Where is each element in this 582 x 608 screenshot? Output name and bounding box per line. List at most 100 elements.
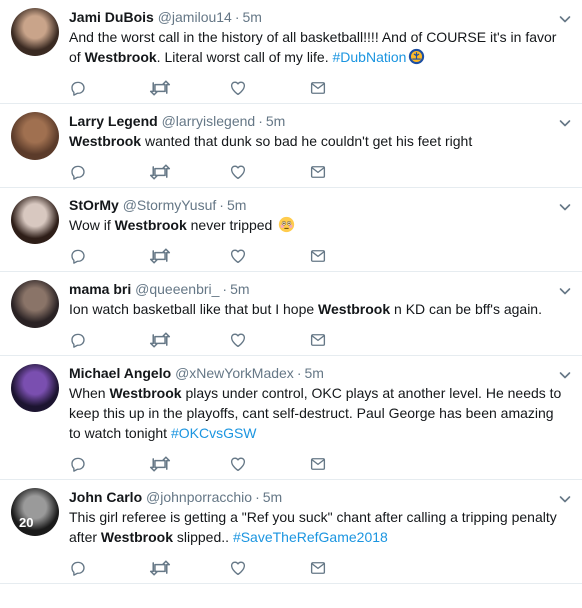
more-options-chevron-icon[interactable] <box>558 284 572 298</box>
tweet-header: Michael Angelo @xNewYorkMadex · 5m <box>69 364 570 382</box>
more-options-chevron-icon[interactable] <box>558 12 572 26</box>
tweet-actions <box>69 319 570 355</box>
tweet-timestamp[interactable]: 5m <box>243 9 262 25</box>
reply-icon[interactable] <box>69 162 149 182</box>
direct-message-icon[interactable] <box>309 246 389 266</box>
header-separator: · <box>296 365 302 381</box>
tweet-text: Wow if Westbrook never tripped <box>69 215 570 235</box>
direct-message-icon[interactable] <box>309 78 389 98</box>
tweet[interactable]: mama bri @queeenbri_ · 5m Ion watch basketb… <box>0 272 582 356</box>
tweet[interactable]: Larry Legend @larryislegend · 5m Westbrook … <box>0 104 582 188</box>
like-icon[interactable] <box>229 558 309 578</box>
tweet-timestamp[interactable]: 5m <box>230 281 249 297</box>
tweet[interactable]: Michael Angelo @xNewYorkMadex · 5m When Wes… <box>0 356 582 480</box>
retweet-icon[interactable] <box>149 454 229 474</box>
direct-message-icon[interactable] <box>309 454 389 474</box>
highlighted-keyword: Westbrook <box>114 217 187 233</box>
user-display-name[interactable]: Larry Legend <box>69 113 158 129</box>
tweet-timestamp[interactable]: 5m <box>263 489 282 505</box>
highlighted-keyword: Westbrook <box>69 133 142 149</box>
tweet-text-segment: wanted that dunk so bad he couldn't get … <box>141 133 473 149</box>
user-handle[interactable]: @queeenbri_ <box>135 281 219 297</box>
like-icon[interactable] <box>229 162 309 182</box>
tweet-timestamp[interactable]: 5m <box>304 365 323 381</box>
avatar[interactable] <box>11 8 59 56</box>
like-icon[interactable] <box>229 330 309 350</box>
retweet-icon[interactable] <box>149 558 229 578</box>
more-options-chevron-icon[interactable] <box>558 116 572 130</box>
reply-icon[interactable] <box>69 246 149 266</box>
user-handle[interactable]: @StormyYusuf <box>123 197 217 213</box>
user-display-name[interactable]: Jami DuBois <box>69 9 154 25</box>
tweet-feed: Jami DuBois @jamilou14 · 5m And the worst c… <box>0 0 582 584</box>
like-icon[interactable] <box>229 78 309 98</box>
user-display-name[interactable]: John Carlo <box>69 489 142 505</box>
user-handle[interactable]: @jamilou14 <box>158 9 232 25</box>
tweet-text-segment: n KD can be bff's again. <box>390 301 542 317</box>
retweet-icon[interactable] <box>149 246 229 266</box>
like-icon[interactable] <box>229 246 309 266</box>
avatar[interactable] <box>11 364 59 412</box>
more-options-chevron-icon[interactable] <box>558 368 572 382</box>
more-options-chevron-icon[interactable] <box>558 200 572 214</box>
reply-icon[interactable] <box>69 78 149 98</box>
hashtag-link[interactable]: #OKCvsGSW <box>171 425 257 441</box>
header-separator: · <box>255 489 260 505</box>
highlighted-keyword: Westbrook <box>100 529 173 545</box>
user-handle[interactable]: @larryislegend <box>162 113 256 129</box>
tweet-text-segment: never tripped <box>186 217 277 233</box>
reply-icon[interactable] <box>69 330 149 350</box>
avatar[interactable] <box>11 280 59 328</box>
highlighted-keyword: Westbrook <box>109 385 182 401</box>
tweet-text: When Westbrook plays under control, OKC … <box>69 383 570 443</box>
highlighted-keyword: Westbrook <box>84 49 157 65</box>
user-handle[interactable]: @johnporracchio <box>146 489 252 505</box>
tweet-header: mama bri @queeenbri_ · 5m <box>69 280 570 298</box>
user-display-name[interactable]: Michael Angelo <box>69 365 171 381</box>
tweet-actions <box>69 151 570 187</box>
highlighted-keyword: Westbrook <box>318 301 391 317</box>
tweet-text-segment: slipped.. <box>173 529 233 545</box>
reply-icon[interactable] <box>69 454 149 474</box>
hashtag-link[interactable]: #SaveTheRefGame2018 <box>233 529 388 545</box>
retweet-icon[interactable] <box>149 78 229 98</box>
flushed-face-emoji-icon <box>276 216 295 233</box>
avatar[interactable]: 20 <box>11 488 59 536</box>
warriors-logo-icon <box>406 48 425 65</box>
header-separator: · <box>222 281 228 297</box>
tweet-header: StOrMy @StormyYusuf · 5m <box>69 196 570 214</box>
tweet-text: Ion watch basketball like that but I hop… <box>69 299 570 319</box>
retweet-icon[interactable] <box>149 330 229 350</box>
user-display-name[interactable]: StOrMy <box>69 197 119 213</box>
tweet-actions <box>69 547 570 583</box>
tweet[interactable]: 20 John Carlo @johnporracchio · 5m This girl… <box>0 480 582 584</box>
tweet-text-segment: . Literal worst call of my life. <box>156 49 333 65</box>
retweet-icon[interactable] <box>149 162 229 182</box>
header-separator: · <box>234 9 240 25</box>
tweet-header: Jami DuBois @jamilou14 · 5m <box>69 8 570 26</box>
tweet-timestamp[interactable]: 5m <box>227 197 246 213</box>
direct-message-icon[interactable] <box>309 162 389 182</box>
hashtag-link[interactable]: #DubNation <box>333 49 407 65</box>
tweet-text: This girl referee is getting a "Ref you … <box>69 507 570 547</box>
avatar[interactable] <box>11 196 59 244</box>
user-handle[interactable]: @xNewYorkMadex <box>175 365 294 381</box>
avatar-jersey-number: 20 <box>19 515 34 530</box>
avatar[interactable] <box>11 112 59 160</box>
tweet[interactable]: Jami DuBois @jamilou14 · 5m And the worst c… <box>0 0 582 104</box>
tweet[interactable]: StOrMy @StormyYusuf · 5m Wow if Westbrook n… <box>0 188 582 272</box>
reply-icon[interactable] <box>69 558 149 578</box>
direct-message-icon[interactable] <box>309 330 389 350</box>
like-icon[interactable] <box>229 454 309 474</box>
tweet-header: Larry Legend @larryislegend · 5m <box>69 112 570 130</box>
tweet-timestamp[interactable]: 5m <box>266 113 285 129</box>
tweet-text: Westbrook wanted that dunk so bad he cou… <box>69 131 570 151</box>
tweet-header: John Carlo @johnporracchio · 5m <box>69 488 570 506</box>
tweet-actions <box>69 235 570 271</box>
user-display-name[interactable]: mama bri <box>69 281 131 297</box>
direct-message-icon[interactable] <box>309 558 389 578</box>
tweet-text: And the worst call in the history of all… <box>69 27 570 67</box>
more-options-chevron-icon[interactable] <box>558 492 572 506</box>
tweet-text-segment: Wow if <box>69 217 115 233</box>
tweet-actions <box>69 67 570 103</box>
